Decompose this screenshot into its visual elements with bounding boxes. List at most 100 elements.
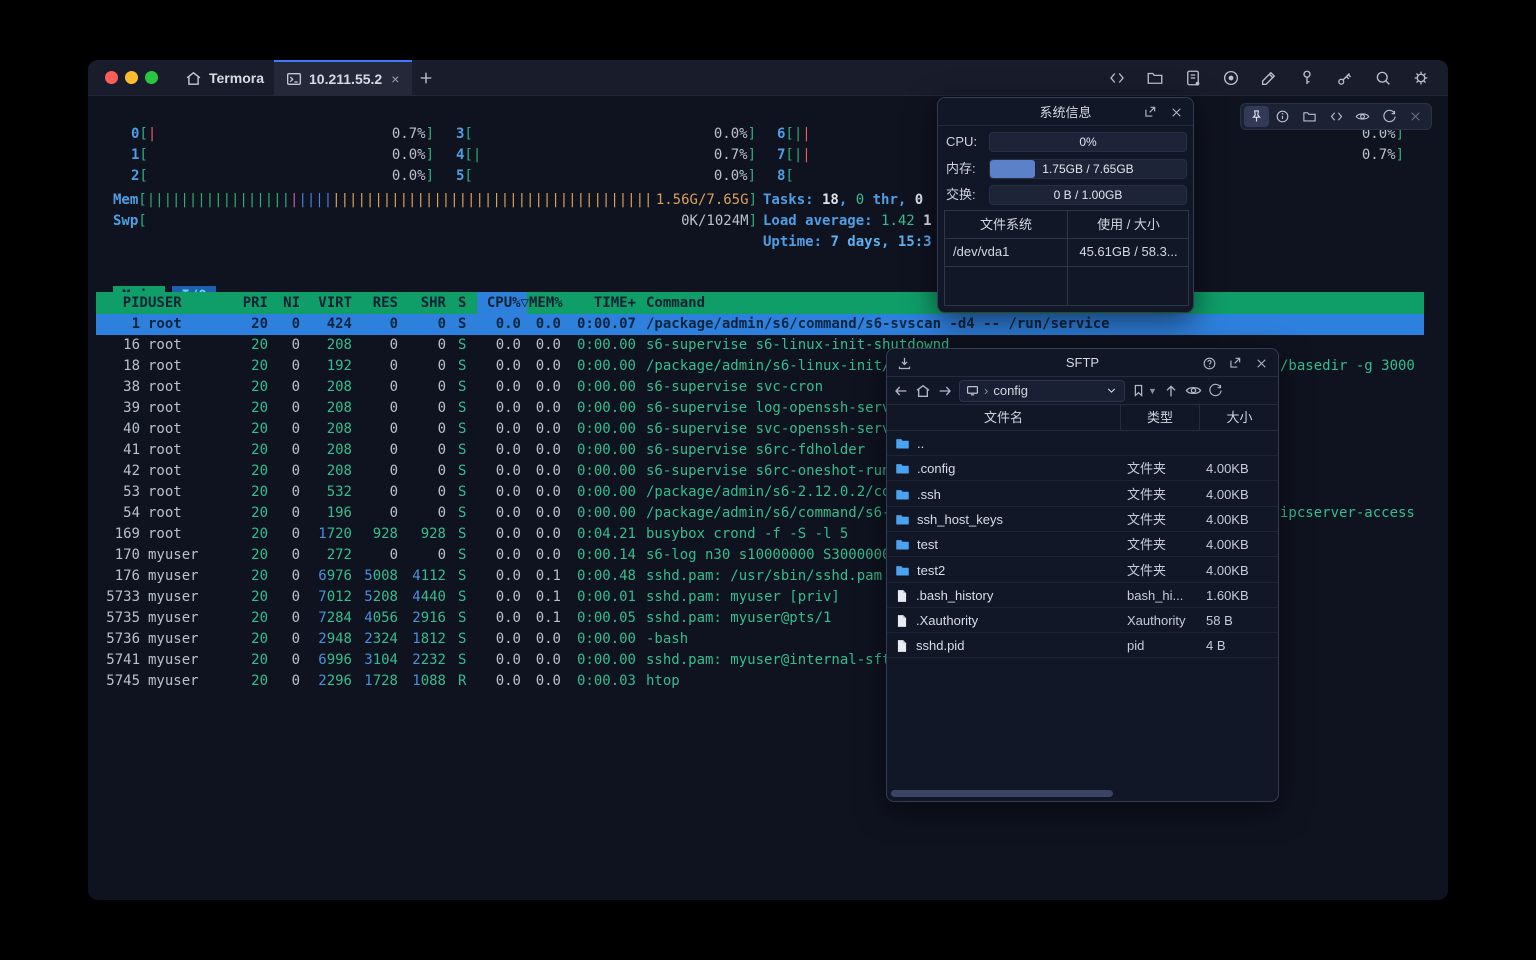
bookmark-caret-icon[interactable]: ▼ [1148,386,1157,396]
session-tab[interactable]: 10.211.55.2 × [274,60,412,96]
forward-icon[interactable] [937,383,953,399]
macro-record-icon[interactable] [1217,65,1244,92]
upload-icon[interactable] [1163,383,1179,399]
cell-ni: 0 [268,314,300,335]
file-row[interactable]: test2文件夹4.00KB [887,558,1278,583]
close-window-button[interactable] [105,71,118,84]
col-command[interactable]: Command [646,292,846,314]
file-row[interactable]: test文件夹4.00KB [887,532,1278,557]
log-icon[interactable] [1179,65,1206,92]
code-snippets-icon[interactable] [1103,65,1130,92]
settings-gear-icon[interactable] [1407,65,1434,92]
col-mem[interactable]: MEM% [529,292,569,314]
cell-pri: 20 [228,503,268,524]
col-ni[interactable]: NI [268,292,300,314]
sftp-title: SFTP [887,355,1278,370]
file-icon [895,639,909,653]
refresh-icon[interactable] [1377,106,1402,127]
file-row[interactable]: .config文件夹4.00KB [887,456,1278,481]
tasks-text: Tasks: [763,190,822,211]
cpu-value: 0% [990,133,1186,151]
close-panel-icon[interactable] [1167,103,1185,121]
close-tab-icon[interactable]: × [391,71,399,87]
col-virt[interactable]: VIRT [300,292,352,314]
folder-icon[interactable] [1297,106,1322,127]
home-tab[interactable]: Termora [173,60,276,96]
bookmark-icon[interactable] [1131,383,1146,398]
col-cpu[interactable]: CPU%▽ [481,292,529,314]
code-icon[interactable] [1324,106,1349,127]
col-s[interactable]: S [458,292,470,314]
show-hidden-eye-icon[interactable] [1185,382,1202,399]
open-in-window-icon[interactable] [1141,103,1159,121]
cell-time: 0:00.00 [574,335,636,356]
file-row[interactable]: ssh_host_keys文件夹4.00KB [887,507,1278,532]
refresh-icon[interactable] [1208,383,1223,398]
new-tab-button[interactable] [414,66,438,90]
column-type[interactable]: 类型 [1120,405,1199,431]
gpu-eye-icon[interactable] [1350,106,1375,127]
meter-close-bracket: ] [749,190,757,211]
chevron-down-icon[interactable] [1105,384,1118,397]
cell-pri: 20 [228,671,268,692]
cell-virt: 2948 [300,629,352,650]
system-info-panel: 系统信息 CPU: 0% 内存: 1.75GB / 7.65GB 交换: 0 B… [937,97,1194,313]
home-icon [185,70,202,87]
help-icon[interactable] [1200,354,1218,372]
cell-ni: 0 [268,461,300,482]
minimize-window-button[interactable] [125,71,138,84]
folder-icon[interactable] [1141,65,1168,92]
process-row[interactable]: 1root20042400S0.00.00:00.07/package/admi… [96,314,1424,335]
cell-s: S [458,335,470,356]
keychain-icon[interactable] [1331,65,1358,92]
cpu-meter-label: 6 [777,124,785,145]
file-row[interactable]: .ssh文件夹4.00KB [887,482,1278,507]
file-row[interactable]: .. [887,431,1278,456]
edit-icon[interactable] [1255,65,1282,92]
system-info-header[interactable]: 系统信息 [938,98,1193,126]
file-name: test [917,537,938,552]
info-icon[interactable] [1271,106,1296,127]
cpu-meter-8: 8[ [88,166,1424,187]
cell-shr: 0 [398,461,446,482]
path-breadcrumb[interactable]: › config [959,380,1125,402]
back-icon[interactable] [893,383,909,399]
cell-pid: 1 [96,314,140,335]
cell-user: root [148,398,238,419]
key-icon[interactable] [1293,65,1320,92]
horizontal-scrollbar[interactable] [891,790,1113,797]
col-pri[interactable]: PRI [228,292,268,314]
column-size[interactable]: 大小 [1199,405,1279,431]
col-time[interactable]: TIME+ [584,292,636,314]
sftp-header[interactable]: SFTP [887,349,1278,377]
cell-pid: 5733 [96,587,140,608]
close-panel-icon[interactable] [1252,354,1270,372]
cpu-label: CPU: [946,132,977,152]
col-user[interactable]: USER [148,292,238,314]
file-row[interactable]: .XauthorityXauthority58 B [887,608,1278,633]
value-digits: 296 [327,673,352,689]
zoom-window-button[interactable] [145,71,158,84]
file-row[interactable]: sshd.pidpid4 B [887,633,1278,658]
pin-icon[interactable] [1244,106,1269,127]
cell-pri: 20 [228,482,268,503]
cell-mem: 0.0 [521,335,561,356]
col-pid[interactable]: PID [104,292,148,314]
cell-pri: 20 [228,566,268,587]
open-in-window-icon[interactable] [1226,354,1244,372]
col-res[interactable]: RES [352,292,398,314]
cell-res: 0 [352,314,398,335]
home-icon[interactable] [915,383,931,399]
cell-cpu: 0.0 [473,398,521,419]
file-row[interactable]: .bash_historybash_hi...1.60KB [887,583,1278,608]
col-shr[interactable]: SHR [398,292,446,314]
cell-user: myuser [148,566,238,587]
cell-shr: 0 [398,545,446,566]
column-filename[interactable]: 文件名 [887,405,1120,431]
close-toolbar-icon[interactable] [1403,106,1428,127]
meter-close-bracket: ] [1396,145,1404,166]
cell-s: S [458,629,470,650]
search-icon[interactable] [1369,65,1396,92]
file-name: ssh_host_keys [917,512,1003,527]
cell-user: root [148,461,238,482]
